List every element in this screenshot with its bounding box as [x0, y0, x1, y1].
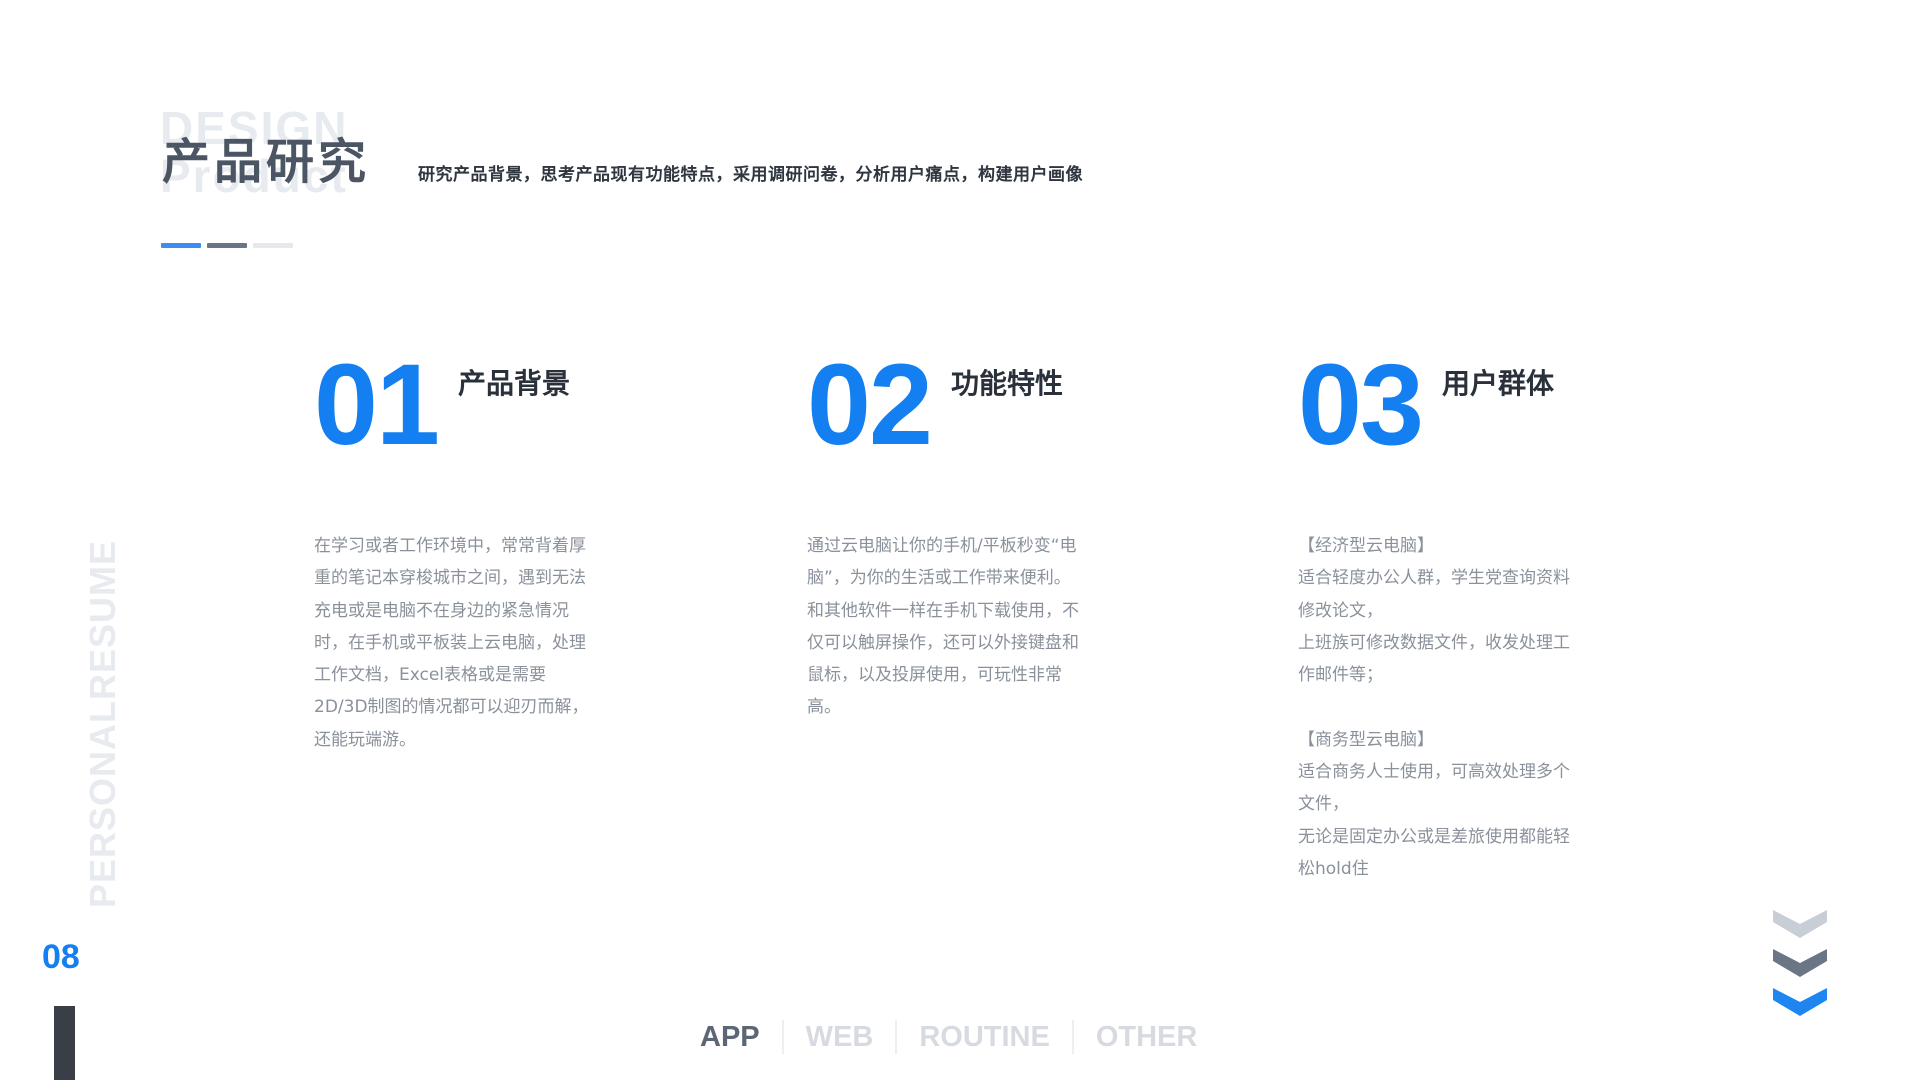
- nav-divider: [895, 1020, 898, 1054]
- section-features: 02 功能特性 通过云电脑让你的手机/平板秒变“电脑”，为你的生活或工作带来便利…: [807, 341, 1147, 718]
- section-product-background: 01 产品背景 在学习或者工作环境中，常常背着厚重的笔记本穿梭城市之间，遇到无法…: [314, 341, 654, 750]
- section-body: 通过云电脑让你的手机/平板秒变“电脑”，为你的生活或工作带来便利。和其他软件一样…: [807, 530, 1082, 724]
- section-paragraph: 通过云电脑让你的手机/平板秒变“电脑”，为你的生活或工作带来便利。和其他软件一样…: [807, 536, 1079, 718]
- section-paragraph: 在学习或者工作环境中，常常背着厚重的笔记本穿梭城市之间，遇到无法充电或是电脑不在…: [314, 536, 589, 750]
- accent-bar-gray: [207, 243, 247, 248]
- chevron-down-icon: [1773, 949, 1827, 977]
- nav-divider: [781, 1020, 784, 1054]
- section-title: 产品背景: [458, 367, 571, 400]
- nav-divider: [1071, 1020, 1074, 1054]
- section-body: 【经济型云电脑】 适合轻度办公人群，学生党查询资料修改论文， 上班族可修改数据文…: [1298, 530, 1578, 885]
- page-subtitle: 研究产品背景，思考产品现有功能特点，采用调研问卷，分析用户痛点，构建用户画像: [418, 165, 1083, 185]
- vertical-brand-text: PERSONALRESUME: [82, 539, 123, 908]
- accent-bar-light: [253, 243, 293, 248]
- section-number: 03: [1298, 341, 1424, 469]
- chevron-down-icon: [1773, 910, 1827, 938]
- section-title: 用户群体: [1442, 367, 1555, 400]
- section-body: 在学习或者工作环境中，常常背着厚重的笔记本穿梭城市之间，遇到无法充电或是电脑不在…: [314, 530, 589, 756]
- nav-item-app[interactable]: APP: [700, 1021, 760, 1054]
- bottom-nav: APP WEB ROUTINE OTHER: [700, 1015, 1197, 1059]
- nav-item-routine[interactable]: ROUTINE: [919, 1021, 1050, 1054]
- section-number: 01: [314, 341, 440, 469]
- page-number: 08: [42, 938, 80, 976]
- section-title: 功能特性: [951, 367, 1064, 400]
- chevron-down-icon: [1773, 988, 1827, 1016]
- accent-bar-blue: [161, 243, 201, 248]
- nav-item-web[interactable]: WEB: [806, 1021, 874, 1054]
- page-number-bar: [54, 1006, 75, 1080]
- nav-item-other[interactable]: OTHER: [1096, 1021, 1198, 1054]
- section-number: 02: [807, 341, 933, 469]
- page-title: 产品研究: [162, 134, 371, 190]
- section-user-groups: 03 用户群体 【经济型云电脑】 适合轻度办公人群，学生党查询资料修改论文， 上…: [1298, 341, 1638, 879]
- section-paragraph: 【经济型云电脑】 适合轻度办公人群，学生党查询资料修改论文， 上班族可修改数据文…: [1298, 536, 1570, 879]
